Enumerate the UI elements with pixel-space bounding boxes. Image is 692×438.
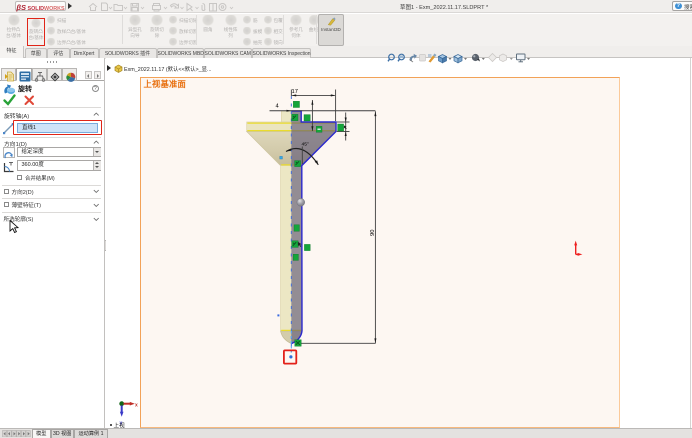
svg-text:x: x	[135, 403, 138, 409]
svg-text:4: 4	[276, 104, 280, 110]
svg-text:90: 90	[370, 230, 376, 236]
svg-text:45°: 45°	[302, 142, 309, 148]
svg-text:17: 17	[292, 89, 298, 95]
